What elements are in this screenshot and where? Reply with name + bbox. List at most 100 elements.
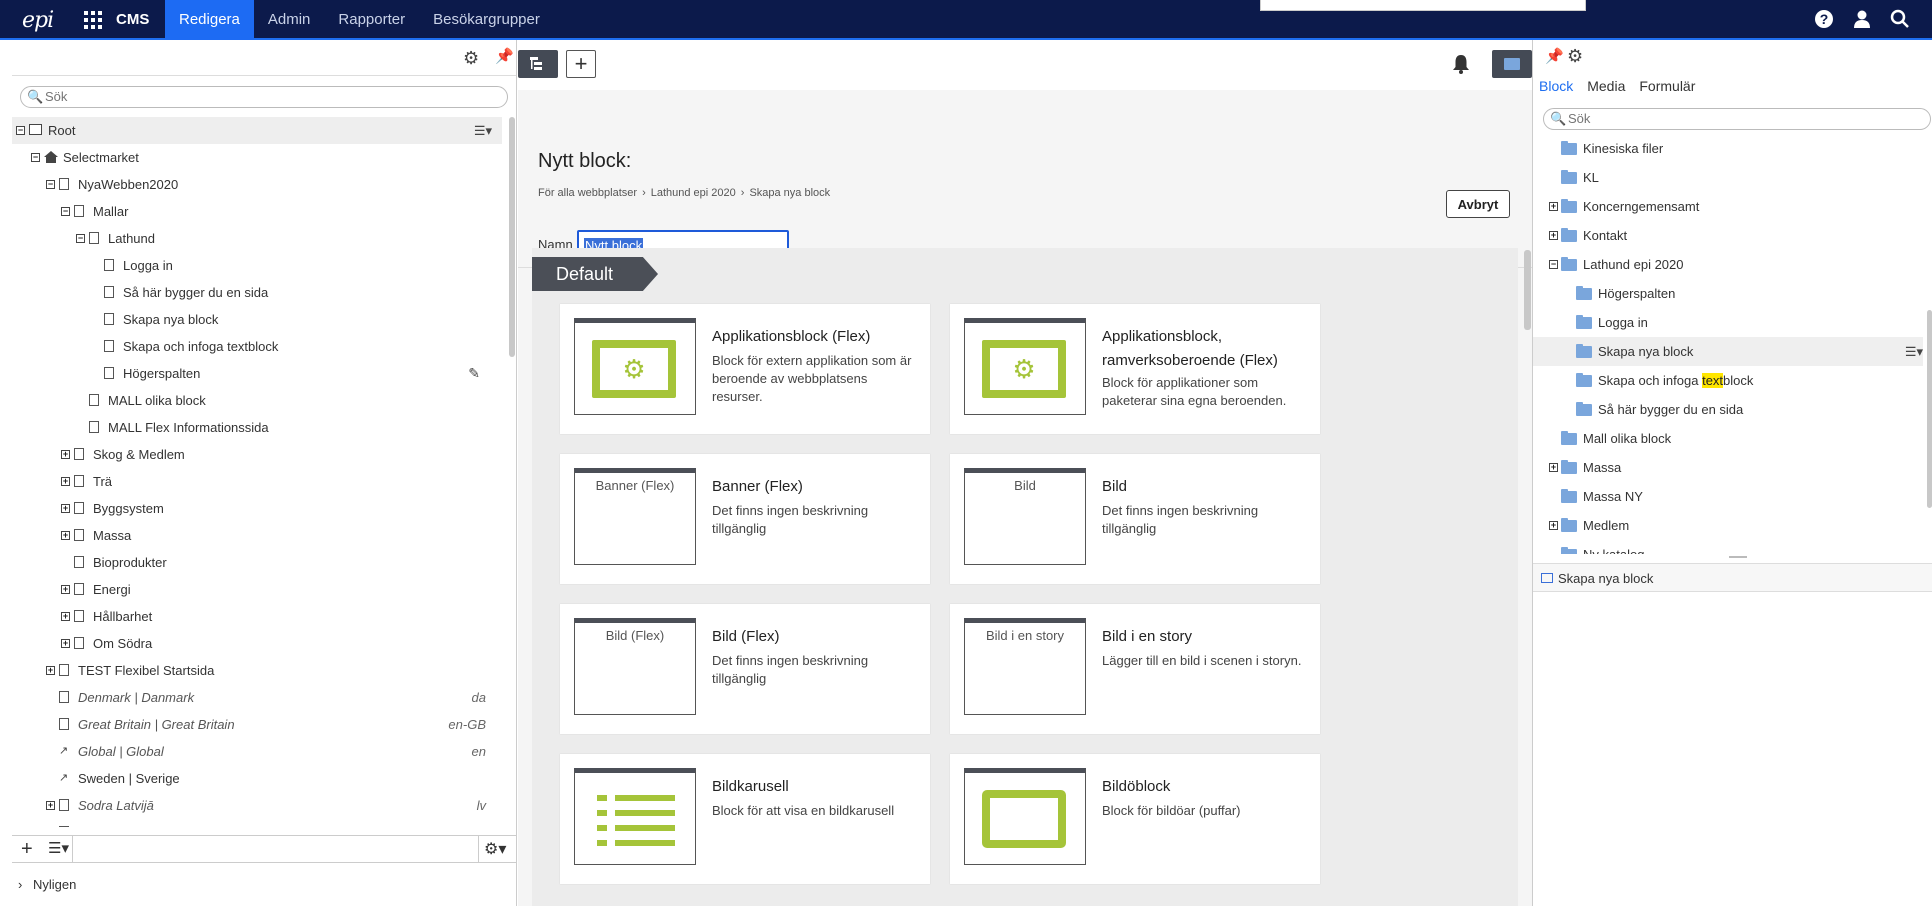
folder-node[interactable]: + Kontakt (1533, 221, 1923, 250)
collapse-icon[interactable]: − (46, 180, 55, 189)
tree-node[interactable]: − NyaWebben2020 (12, 171, 502, 198)
epi-logo[interactable]: epi (22, 8, 54, 33)
tree-node[interactable]: − Mallar (12, 198, 502, 225)
folder-node[interactable]: Mall olika block (1533, 424, 1923, 453)
tree-node[interactable]: + Byggsystem (12, 495, 502, 522)
settings-gear-icon[interactable]: ⚙ (1567, 46, 1583, 67)
collapse-icon[interactable]: − (76, 234, 85, 243)
tree-node[interactable]: Så här bygger du en sida (12, 279, 502, 306)
tree-node[interactable]: + Massa (12, 522, 502, 549)
pin-icon[interactable]: 📌 (495, 47, 514, 65)
tree-settings-gear-icon[interactable]: ⚙▾ (484, 839, 506, 859)
collapse-icon[interactable]: − (31, 153, 40, 162)
folder-node[interactable]: Massa NY (1533, 482, 1923, 511)
context-menu-icon[interactable]: ☰▾ (1905, 337, 1923, 366)
block-type-card[interactable]: Bildöblock Block för bildöar (puffar) (950, 754, 1320, 884)
selected-folder-item[interactable]: Skapa nya block (1533, 563, 1932, 592)
search-icon[interactable] (1890, 9, 1910, 29)
tree-node[interactable]: ↗ Global | Global en (12, 738, 502, 765)
folder-node[interactable]: KL (1533, 163, 1923, 192)
notification-bell-icon[interactable] (1452, 54, 1470, 79)
toggle-tree-button[interactable] (518, 50, 558, 78)
folder-node[interactable]: − Lathund epi 2020 (1533, 250, 1923, 279)
tab-formulär[interactable]: Formulär (1639, 78, 1695, 94)
recent-section[interactable]: › Nyligen (12, 872, 517, 898)
block-type-card[interactable]: Bild (Flex) Bild (Flex) Det finns ingen be… (560, 604, 930, 734)
editor-scrollbar[interactable] (1524, 250, 1531, 906)
help-icon[interactable]: ? (1814, 9, 1834, 29)
folder-node[interactable]: + Massa (1533, 453, 1923, 482)
tree-node[interactable]: − Root ☰▾ (12, 117, 502, 144)
block-type-card[interactable]: ⚙ Applikationsblock, ramverksoberoende (F… (950, 304, 1320, 434)
folder-node[interactable]: Skapa och infoga textblock (1533, 366, 1923, 395)
expand-icon[interactable]: + (61, 531, 70, 540)
tab-media[interactable]: Media (1587, 78, 1625, 94)
assets-search-input[interactable] (1568, 111, 1877, 126)
nav-tab-admin[interactable]: Admin (254, 0, 325, 40)
tree-node[interactable]: + Skog & Medlem (12, 441, 502, 468)
edit-pencil-icon[interactable]: ✎ (468, 360, 480, 387)
expand-icon[interactable]: + (1549, 202, 1558, 211)
folder-tree-scrollbar[interactable] (1927, 310, 1932, 508)
page-tree-search[interactable]: 🔍 (20, 86, 508, 108)
expand-icon[interactable]: + (46, 801, 55, 810)
tree-node[interactable]: Great Britain | Great Britain en-GB (12, 711, 502, 738)
tree-node[interactable]: ↗ Sweden | Sverige (12, 765, 502, 792)
settings-gear-icon[interactable]: ⚙ (463, 48, 479, 69)
tree-node[interactable]: Skapa och infoga textblock (12, 333, 502, 360)
block-type-card[interactable]: Bildkarusell Block för att visa en bildka… (560, 754, 930, 884)
folder-node[interactable]: Skapa nya block ☰▾ (1533, 337, 1923, 366)
toggle-assets-button[interactable] (1492, 50, 1532, 78)
tree-node[interactable]: − Lathund (12, 225, 502, 252)
context-menu-icon[interactable]: ☰▾ (474, 117, 492, 144)
tree-node[interactable]: Logga in (12, 252, 502, 279)
folder-node[interactable]: Kinesiska filer (1533, 134, 1923, 163)
list-options-icon[interactable]: ☰▾ (48, 839, 69, 857)
tree-node[interactable]: Skapa nya block (12, 306, 502, 333)
expand-icon[interactable]: + (61, 639, 70, 648)
breadcrumb-item[interactable]: För alla webbplatser (538, 187, 637, 199)
block-type-card[interactable]: ⚙ Applikationsblock (Flex) Block för exter… (560, 304, 930, 434)
folder-node[interactable]: Högerspalten (1533, 279, 1923, 308)
tree-node[interactable]: Denmark | Danmark da (12, 684, 502, 711)
assets-search[interactable]: 🔍 (1543, 108, 1931, 130)
tree-node[interactable]: + Hållbarhet (12, 603, 502, 630)
expand-icon[interactable]: + (46, 666, 55, 675)
add-page-icon[interactable]: + (21, 838, 33, 861)
tree-node[interactable]: + Om Södra (12, 630, 502, 657)
tree-node[interactable]: MALL Flex Informationssida (12, 414, 502, 441)
nav-tab-besökargrupper[interactable]: Besökargrupper (419, 0, 554, 40)
tree-node[interactable]: + TEST Flexibel Startsida (12, 657, 502, 684)
nav-tab-rapporter[interactable]: Rapporter (324, 0, 419, 40)
expand-icon[interactable]: + (1549, 463, 1558, 472)
block-type-card[interactable]: Bild i en story Bild i en story Lägger til… (950, 604, 1320, 734)
block-type-card[interactable]: Banner (Flex) Banner (Flex) Det finns inge… (560, 454, 930, 584)
collapse-icon[interactable]: − (16, 126, 25, 135)
tree-node[interactable]: Högerspalten ✎ (12, 360, 502, 387)
breadcrumb-item[interactable]: Skapa nya block (749, 187, 830, 199)
cancel-button[interactable]: Avbryt (1446, 190, 1510, 218)
expand-icon[interactable]: + (61, 477, 70, 486)
folder-node[interactable]: + Koncerngemensamt (1533, 192, 1923, 221)
pane-resize-handle[interactable] (1729, 556, 1747, 558)
expand-icon[interactable]: + (61, 612, 70, 621)
collapse-icon[interactable]: − (61, 207, 70, 216)
expand-icon[interactable]: + (61, 585, 70, 594)
tree-node[interactable]: + Trä (12, 468, 502, 495)
block-type-card[interactable]: Bild Bild Det finns ingen beskrivning till… (950, 454, 1320, 584)
collapse-icon[interactable]: − (1549, 260, 1558, 269)
tree-node[interactable]: − Selectmarket (12, 144, 502, 171)
tree-node[interactable]: + Energi (12, 576, 502, 603)
app-grid-icon[interactable] (84, 11, 102, 29)
top-input-box[interactable] (1260, 0, 1586, 11)
tree-node[interactable]: −Södra.com (12, 819, 502, 827)
expand-icon[interactable]: + (1549, 231, 1558, 240)
folder-node[interactable]: + Medlem (1533, 511, 1923, 540)
user-icon[interactable] (1852, 9, 1872, 29)
expand-icon[interactable]: + (61, 450, 70, 459)
tree-node[interactable]: MALL olika block (12, 387, 502, 414)
folder-node[interactable]: Ny katalog (1533, 540, 1923, 554)
tab-block[interactable]: Block (1539, 78, 1573, 94)
expand-icon[interactable]: + (61, 504, 70, 513)
tree-node[interactable]: + Sodra Latvijā lv (12, 792, 502, 819)
